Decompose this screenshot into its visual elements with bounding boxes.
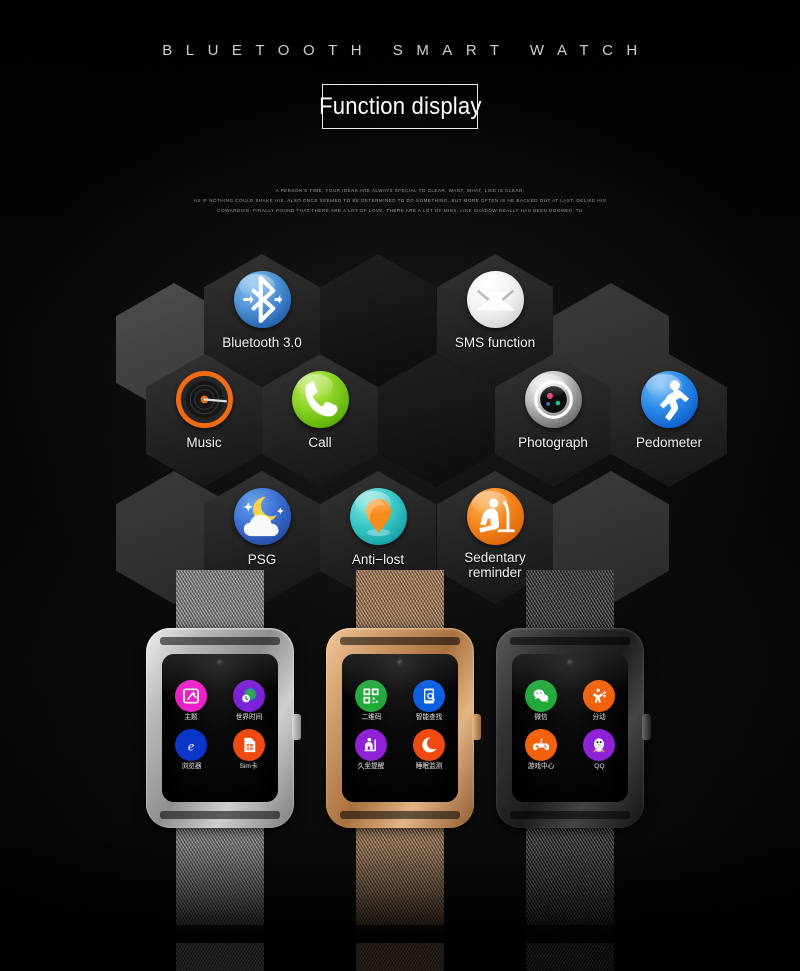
svg-text:z: z bbox=[432, 739, 435, 745]
map-pin-icon bbox=[349, 488, 407, 545]
watch-screen-black[interactable]: 微信 分动 游戏中心 QQ bbox=[512, 654, 628, 802]
watch-band-bottom-black bbox=[526, 820, 614, 925]
wechat-icon bbox=[525, 680, 557, 712]
blurb-line-1: A PERSON'S TIME, YOUR IDEAS ARE ALWAYS S… bbox=[275, 188, 525, 193]
watch-app-label: 久坐提醒 bbox=[357, 763, 385, 770]
page-kicker: BLUETOOTH SMART WATCH bbox=[162, 42, 651, 59]
watch-lug-top bbox=[160, 637, 280, 645]
running-person-icon bbox=[640, 371, 698, 428]
watch-crown-button[interactable] bbox=[292, 714, 301, 740]
watch-app-label: QQ bbox=[593, 763, 605, 770]
watch-app-qq[interactable]: QQ bbox=[573, 729, 625, 771]
watch-app-game-center[interactable]: 游戏中心 bbox=[515, 729, 567, 771]
sitting-chair-icon bbox=[355, 729, 387, 761]
phone-search-icon bbox=[413, 680, 445, 712]
watch-app-browser[interactable]: e 浏览器 bbox=[165, 729, 217, 771]
page-title: Function display bbox=[318, 92, 482, 120]
blurb-line-3: COWARDICE, FINALLY FOUND THAT THERE ARE … bbox=[217, 208, 583, 213]
watch-band-bottom-gold bbox=[356, 820, 444, 925]
watch-app-smart-find[interactable]: 智能查找 bbox=[403, 680, 455, 722]
moon-sleep-icon: z bbox=[413, 729, 445, 761]
watch-app-label: 睡眠监测 bbox=[415, 763, 443, 770]
watch-app-grid-silver: 主题 世界时间 e 浏览器 Sim卡 bbox=[162, 680, 278, 771]
envelope-icon bbox=[466, 271, 524, 328]
watch-app-world-time[interactable]: 世界时间 bbox=[223, 680, 275, 722]
watch-app-fitness[interactable]: 分动 bbox=[573, 680, 625, 722]
watch-camera-icon bbox=[396, 659, 404, 666]
watch-band-bottom-silver bbox=[176, 820, 264, 925]
watch-app-label: 主题 bbox=[184, 714, 198, 721]
feature-label-music: Music bbox=[186, 435, 222, 450]
watch-lug-bottom bbox=[160, 811, 280, 819]
watch-app-grid-gold: 二维码 智能查找 久坐提醒 z 睡眠监测 bbox=[342, 680, 458, 771]
browser-e-icon: e bbox=[175, 729, 207, 761]
watch-app-label: 智能查找 bbox=[415, 714, 443, 721]
watch-app-label: 浏览器 bbox=[181, 763, 201, 770]
watch-app-label: 世界时间 bbox=[235, 714, 263, 721]
watch-crown-button[interactable] bbox=[642, 714, 651, 740]
watch-app-label: Sim卡 bbox=[239, 763, 259, 770]
gamepad-icon bbox=[525, 729, 557, 761]
blurb-line-2: AS IF NOTHING COULD SHAKE HIS. ALSO ONCE… bbox=[193, 198, 607, 203]
watch-app-sedentary-reminder[interactable]: 久坐提醒 bbox=[345, 729, 397, 771]
svg-text:e: e bbox=[188, 738, 194, 754]
qq-penguin-icon bbox=[583, 729, 615, 761]
sim-card-icon bbox=[233, 729, 265, 761]
moon-stars-cloud-icon bbox=[233, 488, 291, 545]
watch-lug-bottom bbox=[510, 811, 630, 819]
watch-app-label: 分动 bbox=[592, 714, 606, 721]
watch-app-label: 微信 bbox=[534, 714, 548, 721]
watch-camera-icon bbox=[566, 659, 574, 666]
watch-app-qr-code[interactable]: 二维码 bbox=[345, 680, 397, 722]
watch-camera-icon bbox=[216, 659, 224, 666]
watch-screen-silver[interactable]: 主题 世界时间 e 浏览器 Sim卡 bbox=[162, 654, 278, 802]
qr-code-icon bbox=[355, 680, 387, 712]
watch-case-silver: 主题 世界时间 e 浏览器 Sim卡 bbox=[146, 628, 301, 828]
feature-label-pedometer: Pedometer bbox=[635, 435, 703, 450]
watch-gold[interactable]: 二维码 智能查找 久坐提醒 z 睡眠监测 bbox=[310, 570, 490, 930]
sitting-person-icon bbox=[466, 488, 524, 545]
bluetooth-icon bbox=[233, 271, 291, 328]
watch-app-theme[interactable]: 主题 bbox=[165, 680, 217, 722]
marketing-blurb: A PERSON'S TIME, YOUR IDEAS ARE ALWAYS S… bbox=[0, 186, 800, 216]
fitness-people-icon bbox=[583, 680, 615, 712]
watch-case-gold: 二维码 智能查找 久坐提醒 z 睡眠监测 bbox=[326, 628, 481, 828]
watch-app-sim-card[interactable]: Sim卡 bbox=[223, 729, 275, 771]
globe-clock-icon bbox=[233, 680, 265, 712]
vinyl-record-icon bbox=[175, 371, 233, 428]
watch-showcase: 主题 世界时间 e 浏览器 Sim卡 二维码 智能查找 久坐提醒 z 睡眠监测 … bbox=[0, 560, 800, 943]
watch-case-black: 微信 分动 游戏中心 QQ bbox=[496, 628, 651, 828]
watch-app-sleep-monitor[interactable]: z 睡眠监测 bbox=[403, 729, 455, 771]
camera-lens-icon bbox=[524, 371, 582, 428]
feature-label-bluetooth: Bluetooth 3.0 bbox=[222, 335, 302, 350]
watch-lug-top bbox=[340, 637, 460, 645]
watch-silver[interactable]: 主题 世界时间 e 浏览器 Sim卡 bbox=[130, 570, 310, 930]
page-title-box: Function display bbox=[319, 84, 481, 129]
feature-label-sms: SMS function bbox=[454, 335, 536, 350]
watch-app-wechat[interactable]: 微信 bbox=[515, 680, 567, 722]
watch-black[interactable]: 微信 分动 游戏中心 QQ bbox=[480, 570, 660, 930]
feature-label-photograph: Photograph bbox=[518, 435, 588, 450]
watch-app-label: 游戏中心 bbox=[527, 763, 555, 770]
watch-app-grid-black: 微信 分动 游戏中心 QQ bbox=[512, 680, 628, 771]
feature-label-call: Call bbox=[308, 435, 332, 450]
theme-wand-icon bbox=[175, 680, 207, 712]
watch-app-label: 二维码 bbox=[361, 714, 381, 721]
phone-handset-icon bbox=[291, 371, 349, 428]
watch-lug-bottom bbox=[340, 811, 460, 819]
watch-screen-gold[interactable]: 二维码 智能查找 久坐提醒 z 睡眠监测 bbox=[342, 654, 458, 802]
watch-lug-top bbox=[510, 637, 630, 645]
